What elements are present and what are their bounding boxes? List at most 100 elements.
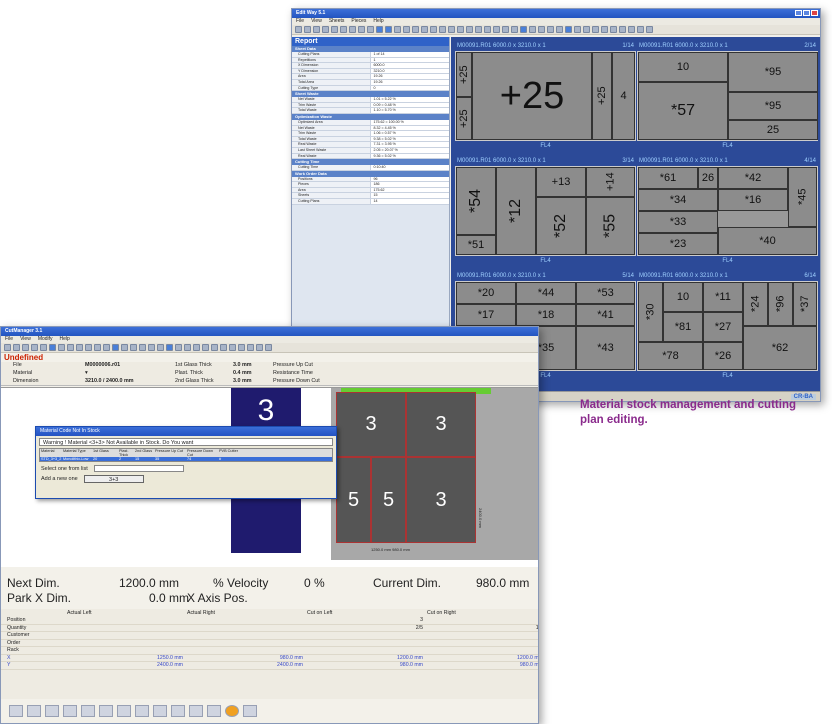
toolbar-button-icon[interactable] — [610, 26, 617, 33]
piece[interactable]: *62 — [743, 326, 817, 370]
toolbar-button-icon[interactable] — [430, 26, 437, 33]
piece[interactable]: *57 — [638, 82, 728, 140]
toolbar-button-icon[interactable] — [412, 26, 419, 33]
piece[interactable]: *20 — [456, 282, 516, 304]
piece[interactable]: *18 — [516, 304, 576, 326]
toolbar-button-icon[interactable] — [448, 26, 455, 33]
toolbar-button-icon[interactable] — [439, 26, 446, 33]
piece[interactable]: *16 — [718, 189, 788, 211]
machine-command-icon[interactable] — [171, 705, 185, 717]
piece[interactable]: +25 — [592, 52, 612, 140]
toolbar-button-icon[interactable] — [148, 344, 155, 351]
piece[interactable]: *52 — [536, 197, 586, 255]
toolbar-button-icon[interactable] — [484, 26, 491, 33]
minimize-icon[interactable] — [795, 10, 802, 16]
toolbar-button-icon[interactable] — [130, 344, 137, 351]
piece[interactable]: *78 — [638, 342, 703, 370]
toolbar-button-icon[interactable] — [601, 26, 608, 33]
piece[interactable]: 4 — [612, 52, 635, 140]
machine-command-icon[interactable] — [135, 705, 149, 717]
sheet-card[interactable]: M00091.R01 6000.0 x 3210.0 x 1 3/14 *54 *… — [455, 156, 636, 266]
piece[interactable]: *95 — [728, 92, 818, 120]
piece[interactable]: *33 — [638, 211, 718, 233]
toolbar-button-icon[interactable] — [331, 26, 338, 33]
toolbar-button-icon[interactable] — [394, 26, 401, 33]
machine-command-icon[interactable] — [27, 705, 41, 717]
toolbar-button-icon[interactable] — [4, 344, 11, 351]
piece[interactable]: 25 — [728, 120, 818, 140]
toolbar-button-icon[interactable] — [547, 26, 554, 33]
piece[interactable]: *30 — [638, 282, 663, 342]
toolbar-button-icon[interactable] — [565, 26, 572, 33]
machine-command-icon[interactable] — [9, 705, 23, 717]
toolbar-button-icon[interactable] — [619, 26, 626, 33]
menu-help[interactable]: Help — [373, 18, 383, 25]
toolbar-button-icon[interactable] — [349, 26, 356, 33]
toolbar-button-icon[interactable] — [358, 26, 365, 33]
toolbar-button-icon[interactable] — [40, 344, 47, 351]
piece[interactable]: *26 — [703, 342, 743, 370]
machine-command-icon[interactable] — [45, 705, 59, 717]
piece[interactable]: *27 — [703, 312, 743, 342]
machine-command-icon[interactable] — [225, 705, 239, 717]
toolbar-button-icon[interactable] — [229, 344, 236, 351]
sheet-card[interactable]: M00091.R01 6000.0 x 3210.0 x 1 4/14 *61 2… — [637, 156, 818, 266]
piece[interactable]: 26 — [698, 167, 718, 189]
toolbar-button-icon[interactable] — [211, 344, 218, 351]
sheet-card[interactable]: M00091.R01 6000.0 x 3210.0 x 1 6/14 *30 1… — [637, 271, 818, 381]
piece[interactable]: *11 — [703, 282, 743, 312]
piece[interactable]: *23 — [638, 233, 718, 255]
toolbar-button-icon[interactable] — [556, 26, 563, 33]
toolbar-button-icon[interactable] — [202, 344, 209, 351]
layout-piece[interactable]: 5 — [336, 457, 371, 543]
piece[interactable]: *41 — [576, 304, 635, 326]
piece[interactable]: *44 — [516, 282, 576, 304]
piece[interactable]: *61 — [638, 167, 698, 189]
toolbar-button-icon[interactable] — [49, 344, 56, 351]
toolbar-button-icon[interactable] — [475, 26, 482, 33]
menu-view[interactable]: View — [311, 18, 322, 25]
toolbar-button-icon[interactable] — [175, 344, 182, 351]
toolbar-button-icon[interactable] — [493, 26, 500, 33]
toolbar-button-icon[interactable] — [247, 344, 254, 351]
toolbar-button-icon[interactable] — [376, 26, 383, 33]
piece[interactable]: +25 — [456, 52, 472, 97]
toolbar-button-icon[interactable] — [193, 344, 200, 351]
toolbar-button-icon[interactable] — [421, 26, 428, 33]
toolbar-button-icon[interactable] — [592, 26, 599, 33]
toolbar-button-icon[interactable] — [31, 344, 38, 351]
toolbar-button-icon[interactable] — [295, 26, 302, 33]
toolbar-button-icon[interactable] — [58, 344, 65, 351]
piece[interactable]: *34 — [638, 189, 718, 211]
piece[interactable]: *81 — [663, 312, 703, 342]
machine-command-icon[interactable] — [63, 705, 77, 717]
menu-modify[interactable]: Modify — [38, 336, 53, 343]
toolbar-button-icon[interactable] — [184, 344, 191, 351]
piece[interactable]: +13 — [536, 167, 586, 197]
machine-command-icon[interactable] — [243, 705, 257, 717]
toolbar-button-icon[interactable] — [457, 26, 464, 33]
toolbar-button-icon[interactable] — [538, 26, 545, 33]
machine-command-icon[interactable] — [117, 705, 131, 717]
toolbar-button-icon[interactable] — [403, 26, 410, 33]
toolbar-button-icon[interactable] — [466, 26, 473, 33]
piece[interactable]: *45 — [788, 167, 817, 227]
toolbar-button-icon[interactable] — [220, 344, 227, 351]
toolbar-button-icon[interactable] — [94, 344, 101, 351]
machine-command-icon[interactable] — [99, 705, 113, 717]
toolbar-button-icon[interactable] — [304, 26, 311, 33]
toolbar-button-icon[interactable] — [583, 26, 590, 33]
sheet-card[interactable]: M00091.R01 6000.0 x 3210.0 x 1 2/14 10 *9… — [637, 41, 818, 151]
toolbar-button-icon[interactable] — [112, 344, 119, 351]
menu-view[interactable]: View — [20, 336, 31, 343]
piece[interactable]: 10 — [638, 52, 728, 82]
piece-selected[interactable]: +25 — [472, 52, 592, 140]
toolbar-button-icon[interactable] — [574, 26, 581, 33]
toolbar-button-icon[interactable] — [121, 344, 128, 351]
toolbar-button-icon[interactable] — [256, 344, 263, 351]
sheet-card[interactable]: M00091.R01 6000.0 x 3210.0 x 1 1/14 +25 +… — [455, 41, 636, 151]
toolbar-button-icon[interactable] — [322, 26, 329, 33]
maximize-icon[interactable] — [803, 10, 810, 16]
material-select[interactable] — [93, 465, 184, 472]
layout-piece[interactable]: 3 — [336, 392, 406, 457]
